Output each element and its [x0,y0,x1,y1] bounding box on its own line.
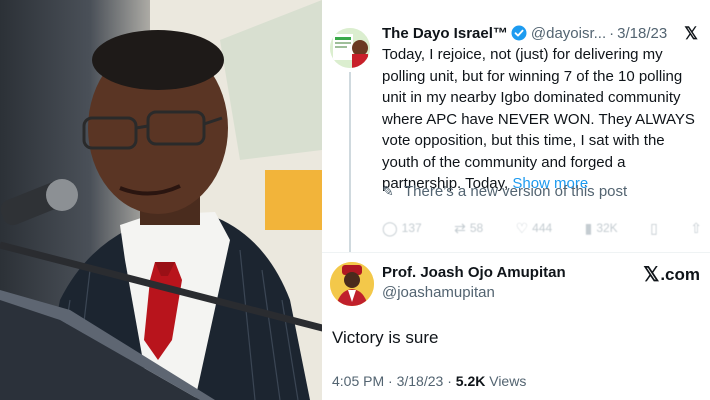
share-button[interactable]: ⇧ [690,220,702,237]
tweet2-text: Victory is sure [332,328,439,347]
pencil-icon: ✎ [382,183,394,199]
tweet2-views-count: 5.2K [455,373,486,389]
x-com-watermark: 𝕏 .com [643,262,700,287]
speaker-illustration [0,0,322,400]
meta-separator: · [388,373,397,389]
views-count: 32K [596,221,618,235]
bookmark-button[interactable]: ▯ [650,220,658,237]
tweet2-meta: 4:05 PM · 3/18/23 · 5.2K Views [332,373,526,389]
amupitan-avatar[interactable] [330,262,374,306]
dayo-israel-avatar[interactable] [330,28,370,68]
tweet-divider [322,252,710,253]
avatar-image [330,262,374,306]
meta-separator: · [447,373,456,389]
tweet1-text: Today, I rejoice, not (just) for deliver… [382,44,702,195]
repost-count: 58 [469,221,484,235]
speaker-photo [0,0,322,400]
reply-button[interactable]: ◯ 137 [382,220,422,237]
x-logo-icon: 𝕏 [684,24,698,43]
tweet1-action-bar: ◯ 137 ⇄ 58 ♡ 444 ▮ 32K ▯ ⇧ [382,218,702,238]
tweet1-date[interactable]: 3/18/23 [617,25,667,42]
bar-chart-icon: ▮ [584,219,593,236]
tweet-screenshot: The Dayo Israel™ @dayoisr... · 3/18/23 𝕏… [322,0,710,400]
bookmark-icon: ▯ [650,219,658,236]
tweet2-date[interactable]: 3/18/23 [397,373,444,389]
tweet1-handle[interactable]: @dayoisr... [531,25,606,42]
avatar-image [330,28,370,68]
x-logo-icon: 𝕏 [643,264,660,286]
share-icon: ⇧ [690,219,702,236]
tweet2-views-label: Views [489,373,527,389]
heart-icon: ♡ [515,219,529,236]
new-version-notice[interactable]: ✎ There’s a new version of this post [382,183,627,200]
tweet2-handle[interactable]: @joashamupitan [382,284,495,301]
new-version-text: There’s a new version of this post [404,183,628,200]
repost-icon: ⇄ [454,219,466,236]
reply-count: 137 [401,221,422,235]
watermark-text: .com [660,264,700,284]
views-button[interactable]: ▮ 32K [585,220,618,237]
like-count: 444 [532,221,553,235]
verified-badge-icon [511,25,527,41]
thread-connector-line [349,72,351,252]
tweet1-separator: · [609,24,615,42]
repost-button[interactable]: ⇄ 58 [454,220,483,237]
reply-icon: ◯ [382,219,398,236]
tweet1-body-text: Today, I rejoice, not (just) for deliver… [382,46,695,192]
tweet2-time[interactable]: 4:05 PM [332,373,384,389]
like-button[interactable]: ♡ 444 [516,220,553,237]
tweet2-author-name[interactable]: Prof. Joash Ojo Amupitan [382,264,566,281]
tweet1-author-name[interactable]: The Dayo Israel™ [382,25,508,42]
tweet1-header: The Dayo Israel™ @dayoisr... · 3/18/23 [382,22,667,44]
